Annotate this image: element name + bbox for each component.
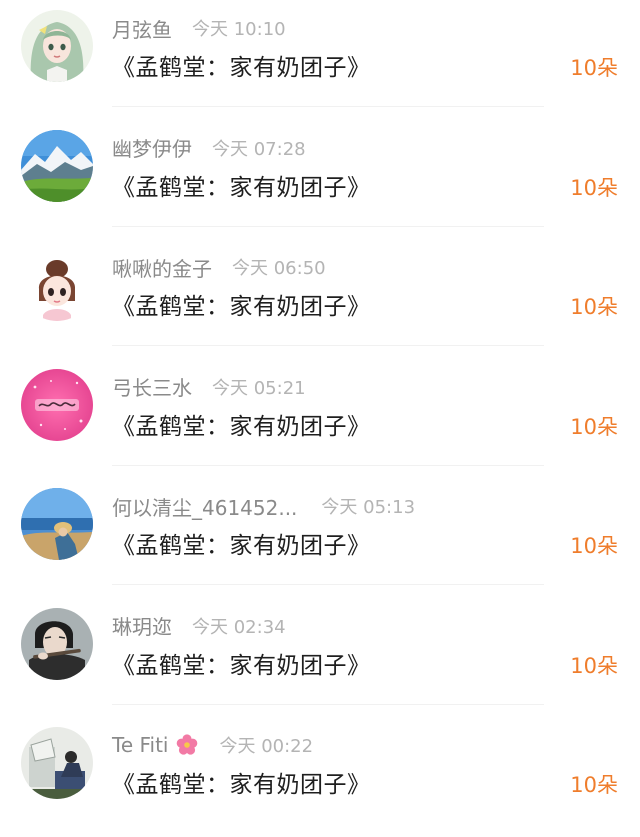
cartoon-girl-avatar-icon (21, 249, 93, 321)
username[interactable]: 弓长三水 (112, 372, 192, 401)
pink-glitter-avatar-icon (21, 368, 93, 441)
gift-count: 10朵 (570, 295, 618, 319)
divider (112, 106, 544, 107)
timestamp: 今天 05:21 (212, 377, 306, 399)
avatar[interactable] (21, 368, 93, 441)
item-meta: Te Fiti 今天 00:22 (112, 730, 313, 760)
message-text: 《孟鹤堂：家有奶团子》 (112, 55, 371, 81)
item-meta: 弓长三水 今天 05:21 (112, 372, 306, 402)
avatar[interactable] (21, 607, 93, 680)
seaside-person-avatar-icon (21, 488, 93, 560)
username[interactable]: 琳玥迩 (112, 611, 172, 640)
username[interactable]: Te Fiti (112, 733, 168, 757)
man-with-flute-avatar-icon (21, 607, 93, 680)
divider (112, 584, 544, 585)
item-meta: 啾啾的金子 今天 06:50 (112, 252, 326, 282)
username[interactable]: 啾啾的金子 (112, 253, 212, 282)
gift-count: 10朵 (570, 414, 618, 439)
list-item[interactable]: 幽梦伊伊 今天 07:28 《孟鹤堂：家有奶团子》 10朵 (0, 120, 640, 240)
avatar[interactable] (21, 129, 93, 202)
avatar[interactable] (21, 488, 93, 560)
gift-count: 10朵 (570, 653, 618, 678)
list-item[interactable]: 月弦鱼 今天 10:10 《孟鹤堂：家有奶团子》 10朵 (0, 0, 640, 120)
username[interactable]: 月弦鱼 (112, 14, 172, 43)
list-item[interactable]: 弓长三水 今天 05:21 《孟鹤堂：家有奶团子》 10朵 (0, 359, 640, 479)
mountain-landscape-avatar-icon (21, 129, 93, 202)
gift-list: 月弦鱼 今天 10:10 《孟鹤堂：家有奶团子》 10朵 幽梦伊伊 今天 07:… (0, 0, 640, 825)
item-meta: 幽梦伊伊 今天 07:28 (112, 133, 306, 163)
divider (112, 464, 544, 466)
divider (112, 703, 544, 705)
timestamp: 今天 10:10 (192, 19, 286, 40)
gift-count: 10朵 (570, 534, 618, 558)
timestamp: 今天 02:34 (192, 616, 286, 638)
list-item[interactable]: Te Fiti 今天 00:22 《孟鹤堂：家有奶团子》 10朵 (0, 717, 640, 837)
avatar[interactable] (21, 10, 93, 82)
item-meta: 琳玥迩 今天 02:34 (112, 611, 286, 641)
anime-girl-avatar-icon (21, 10, 93, 82)
message-text: 《孟鹤堂：家有奶团子》 (112, 413, 371, 440)
message-text: 《孟鹤堂：家有奶团子》 (112, 174, 371, 201)
gift-count: 10朵 (570, 56, 618, 80)
item-meta: 月弦鱼 今天 10:10 (112, 13, 286, 43)
timestamp: 今天 05:13 (321, 497, 416, 518)
timestamp: 今天 00:22 (219, 736, 314, 757)
divider (112, 225, 544, 227)
flower-icon (175, 733, 199, 757)
list-item[interactable]: 何以清尘_461452... 今天 05:13 《孟鹤堂：家有奶团子》 10朵 (0, 478, 640, 598)
list-item[interactable]: 啾啾的金子 今天 06:50 《孟鹤堂：家有奶团子》 10朵 (0, 239, 640, 359)
item-meta: 何以清尘_461452... 今天 05:13 (112, 491, 415, 521)
divider (112, 345, 544, 346)
message-text: 《孟鹤堂：家有奶团子》 (112, 294, 371, 320)
avatar[interactable] (21, 249, 93, 321)
message-text: 《孟鹤堂：家有奶团子》 (112, 772, 371, 798)
message-text: 《孟鹤堂：家有奶团子》 (112, 652, 371, 679)
gift-count: 10朵 (570, 175, 618, 200)
username[interactable]: 何以清尘_461452... (112, 492, 297, 521)
avatar[interactable] (21, 727, 93, 799)
gift-count: 10朵 (570, 773, 618, 797)
timestamp: 今天 06:50 (232, 258, 326, 279)
timestamp: 今天 07:28 (212, 138, 306, 160)
sitting-person-avatar-icon (21, 727, 93, 799)
message-text: 《孟鹤堂：家有奶团子》 (112, 533, 371, 559)
list-item[interactable]: 琳玥迩 今天 02:34 《孟鹤堂：家有奶团子》 10朵 (0, 598, 640, 718)
username[interactable]: 幽梦伊伊 (112, 133, 192, 162)
